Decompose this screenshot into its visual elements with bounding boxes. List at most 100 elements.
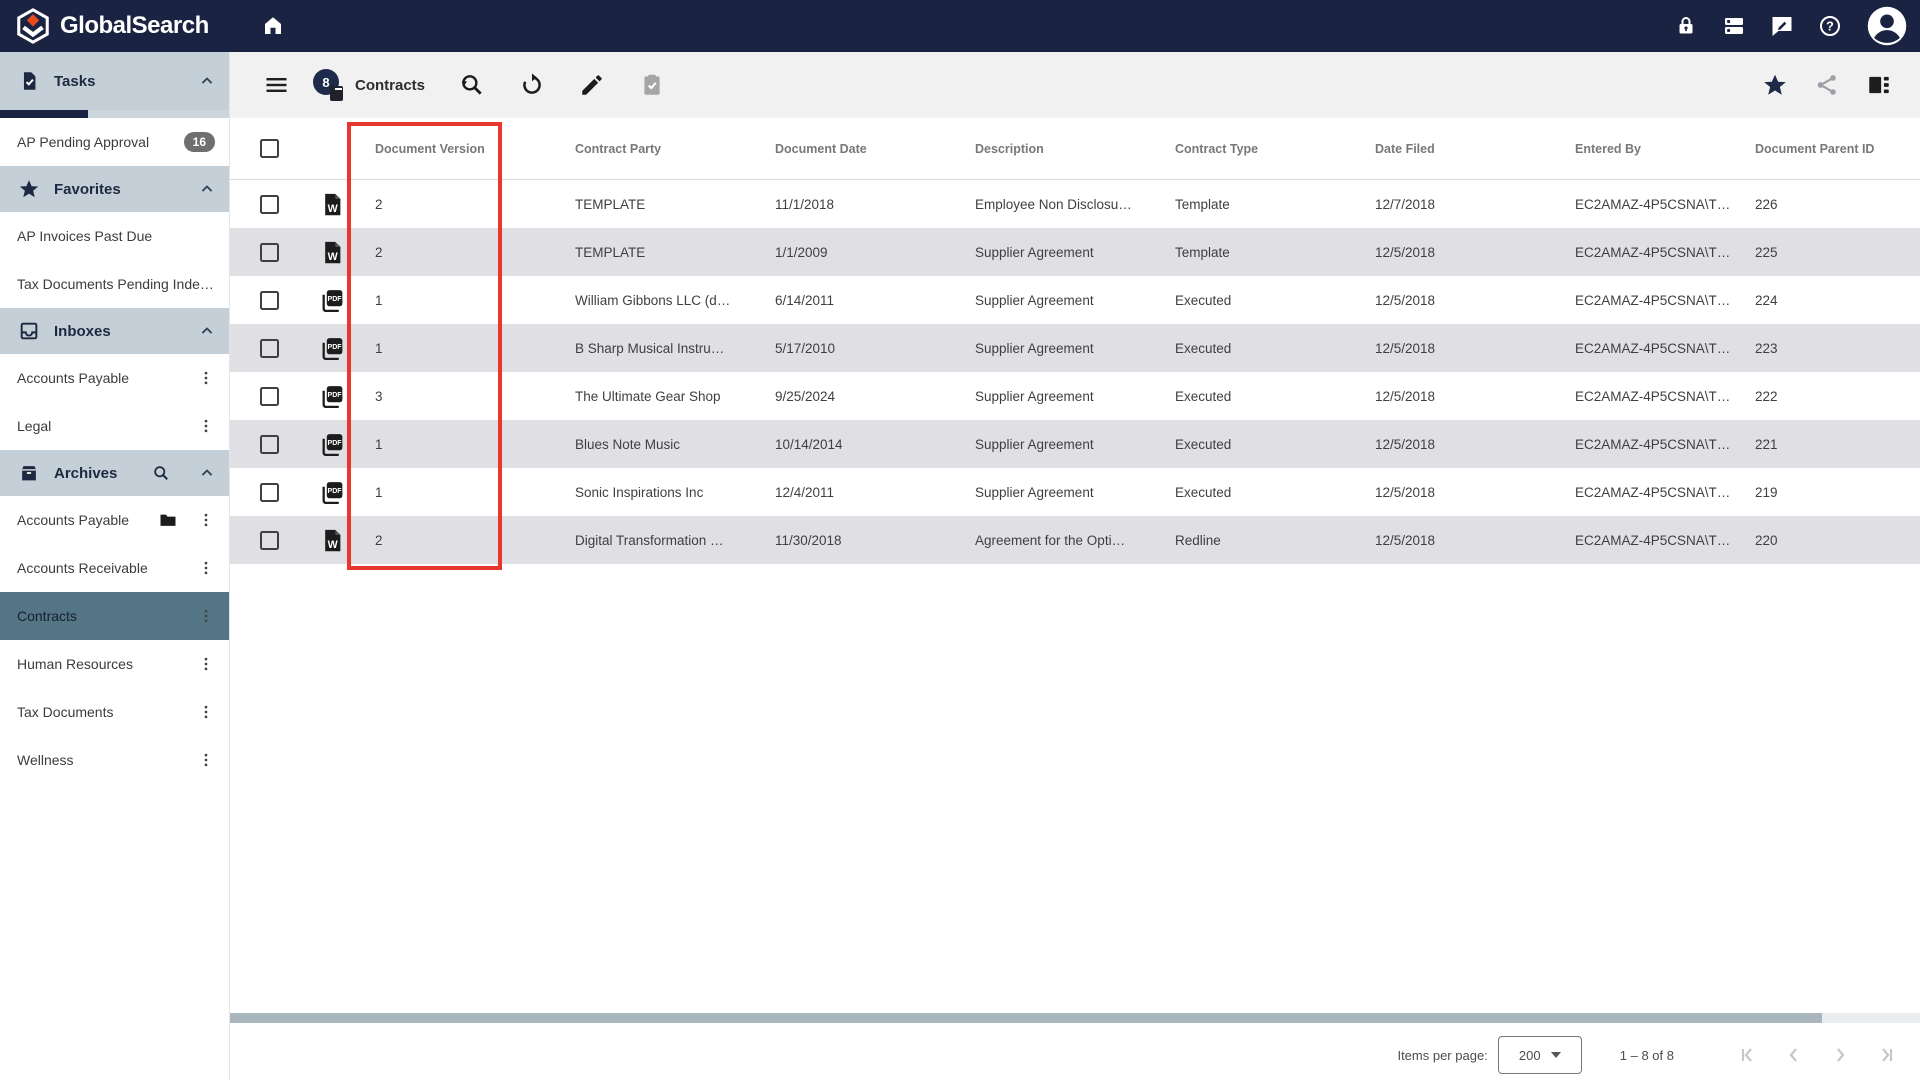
kebab-menu-icon[interactable]: [197, 557, 215, 579]
sidebar-section-tasks[interactable]: Tasks: [0, 52, 229, 110]
cell-description: Supplier Agreement: [975, 244, 1094, 260]
sidebar-item-archive-accounts-payable[interactable]: Accounts Payable: [0, 496, 229, 544]
sidebar-section-inboxes[interactable]: Inboxes: [0, 308, 229, 354]
kebab-menu-icon[interactable]: [197, 367, 215, 389]
table-row[interactable]: 1 William Gibbons LLC (d… 6/14/2011 Supp…: [230, 276, 1920, 324]
cell-contract-party: Digital Transformation …: [575, 532, 724, 548]
item-label: Contracts: [17, 608, 77, 624]
table-row[interactable]: 1 B Sharp Musical Instru… 5/17/2010 Supp…: [230, 324, 1920, 372]
next-page-icon[interactable]: [1828, 1043, 1852, 1067]
user-avatar-icon[interactable]: [1866, 5, 1908, 47]
cell-contract-type: Executed: [1175, 388, 1232, 404]
task-document-icon: [18, 70, 40, 92]
chevron-up-icon[interactable]: [197, 179, 217, 199]
hamburger-menu-icon[interactable]: [262, 73, 291, 97]
archive-title: Contracts: [355, 76, 426, 94]
tasks-progress-fill: [0, 110, 88, 118]
cell-date-filed: 12/5/2018: [1375, 292, 1436, 308]
horizontal-scrollbar-track[interactable]: [230, 1013, 1920, 1023]
cell-entered-by: EC2AMAZ-4P5CSNA\T…: [1575, 292, 1731, 308]
items-per-page-select[interactable]: 200: [1497, 1036, 1582, 1074]
table-row[interactable]: 3 The Ultimate Gear Shop 9/25/2024 Suppl…: [230, 372, 1920, 420]
column-header-date-filed[interactable]: Date Filed: [1375, 142, 1575, 156]
kebab-menu-icon[interactable]: [197, 509, 215, 531]
horizontal-scrollbar-thumb[interactable]: [230, 1013, 1822, 1023]
kebab-menu-icon[interactable]: [197, 415, 215, 437]
search-icon[interactable]: [151, 463, 171, 483]
item-label: AP Invoices Past Due: [17, 228, 153, 244]
lock-icon[interactable]: [1674, 14, 1698, 38]
word-document-icon: [319, 527, 346, 554]
sidebar-section-archives[interactable]: Archives: [0, 450, 229, 496]
sidebar-item-archive-tax-documents[interactable]: Tax Documents: [0, 688, 229, 736]
chevron-up-icon[interactable]: [197, 71, 217, 91]
column-header-document-version[interactable]: Document Version: [375, 142, 575, 156]
column-header-contract-party[interactable]: Contract Party: [575, 142, 775, 156]
sidebar-section-favorites[interactable]: Favorites: [0, 166, 229, 212]
refresh-icon[interactable]: [519, 72, 545, 98]
row-checkbox[interactable]: [260, 242, 279, 262]
cell-contract-party: William Gibbons LLC (d…: [575, 292, 731, 308]
column-header-description[interactable]: Description: [975, 142, 1175, 156]
table-row[interactable]: 2 Digital Transformation … 11/30/2018 Ag…: [230, 516, 1920, 564]
cell-entered-by: EC2AMAZ-4P5CSNA\T…: [1575, 196, 1731, 212]
sidebar-item-inbox-accounts-payable[interactable]: Accounts Payable: [0, 354, 229, 402]
column-header-contract-type[interactable]: Contract Type: [1175, 142, 1375, 156]
table-row[interactable]: 2 TEMPLATE 11/1/2018 Employee Non Disclo…: [230, 180, 1920, 228]
column-header-entered-by[interactable]: Entered By: [1575, 142, 1755, 156]
cell-document-date: 5/17/2010: [775, 340, 836, 356]
column-header-document-parent-id[interactable]: Document Parent ID: [1755, 142, 1920, 156]
home-icon[interactable]: [261, 14, 285, 38]
chevron-up-icon[interactable]: [197, 463, 217, 483]
kebab-menu-icon[interactable]: [197, 653, 215, 675]
chevron-up-icon[interactable]: [197, 321, 217, 341]
cell-contract-party: The Ultimate Gear Shop: [575, 388, 721, 404]
cell-parent-id: 221: [1755, 436, 1778, 452]
sidebar-item-tax-documents-pending[interactable]: Tax Documents Pending Inde…: [0, 260, 229, 308]
select-all-checkbox[interactable]: [260, 139, 279, 158]
row-checkbox[interactable]: [260, 482, 279, 502]
tasks-progress-bar: [0, 110, 229, 118]
sidebar-item-ap-pending-approval[interactable]: AP Pending Approval 16: [0, 118, 229, 166]
kebab-menu-icon[interactable]: [197, 605, 215, 627]
pdf-document-icon: [319, 335, 346, 362]
results-table: Document Version Contract Party Document…: [230, 118, 1920, 564]
sidebar-item-inbox-legal[interactable]: Legal: [0, 402, 229, 450]
sidebar-item-archive-accounts-receivable[interactable]: Accounts Receivable: [0, 544, 229, 592]
pdf-document-icon: [319, 431, 346, 458]
table-row[interactable]: 2 TEMPLATE 1/1/2009 Supplier Agreement T…: [230, 228, 1920, 276]
edit-pencil-icon[interactable]: [579, 72, 605, 98]
server-list-icon[interactable]: [1722, 14, 1746, 38]
item-label: Accounts Payable: [17, 512, 130, 528]
cell-document-date: 6/14/2011: [775, 292, 835, 308]
search-again-icon[interactable]: [459, 72, 485, 98]
row-checkbox[interactable]: [260, 434, 279, 454]
row-checkbox[interactable]: [260, 386, 279, 406]
sidebar-item-archive-wellness[interactable]: Wellness: [0, 736, 229, 784]
cell-description: Supplier Agreement: [975, 484, 1094, 500]
kebab-menu-icon[interactable]: [197, 701, 215, 723]
previous-page-icon[interactable]: [1782, 1043, 1806, 1067]
sidebar-item-archive-contracts[interactable]: Contracts: [0, 592, 229, 640]
table-row[interactable]: 1 Blues Note Music 10/14/2014 Supplier A…: [230, 420, 1920, 468]
last-page-icon[interactable]: [1874, 1043, 1898, 1067]
cell-date-filed: 12/5/2018: [1375, 436, 1436, 452]
sidebar-item-ap-invoices-past-due[interactable]: AP Invoices Past Due: [0, 212, 229, 260]
feedback-chat-icon[interactable]: [1770, 14, 1794, 38]
cell-parent-id: 223: [1755, 340, 1778, 356]
cell-entered-by: EC2AMAZ-4P5CSNA\T…: [1575, 340, 1731, 356]
row-checkbox[interactable]: [260, 194, 279, 214]
row-checkbox[interactable]: [260, 290, 279, 310]
row-checkbox[interactable]: [260, 530, 279, 550]
sidebar-item-archive-human-resources[interactable]: Human Resources: [0, 640, 229, 688]
column-header-document-date[interactable]: Document Date: [775, 142, 975, 156]
favorite-star-icon[interactable]: [1762, 72, 1788, 98]
table-row[interactable]: 1 Sonic Inspirations Inc 12/4/2011 Suppl…: [230, 468, 1920, 516]
row-checkbox[interactable]: [260, 338, 279, 358]
help-icon[interactable]: [1818, 14, 1842, 38]
kebab-menu-icon[interactable]: [197, 749, 215, 771]
first-page-icon[interactable]: [1736, 1043, 1760, 1067]
view-column-icon[interactable]: [1866, 72, 1892, 98]
items-per-page-label: Items per page:: [1397, 1047, 1488, 1063]
share-icon[interactable]: [1814, 72, 1840, 98]
